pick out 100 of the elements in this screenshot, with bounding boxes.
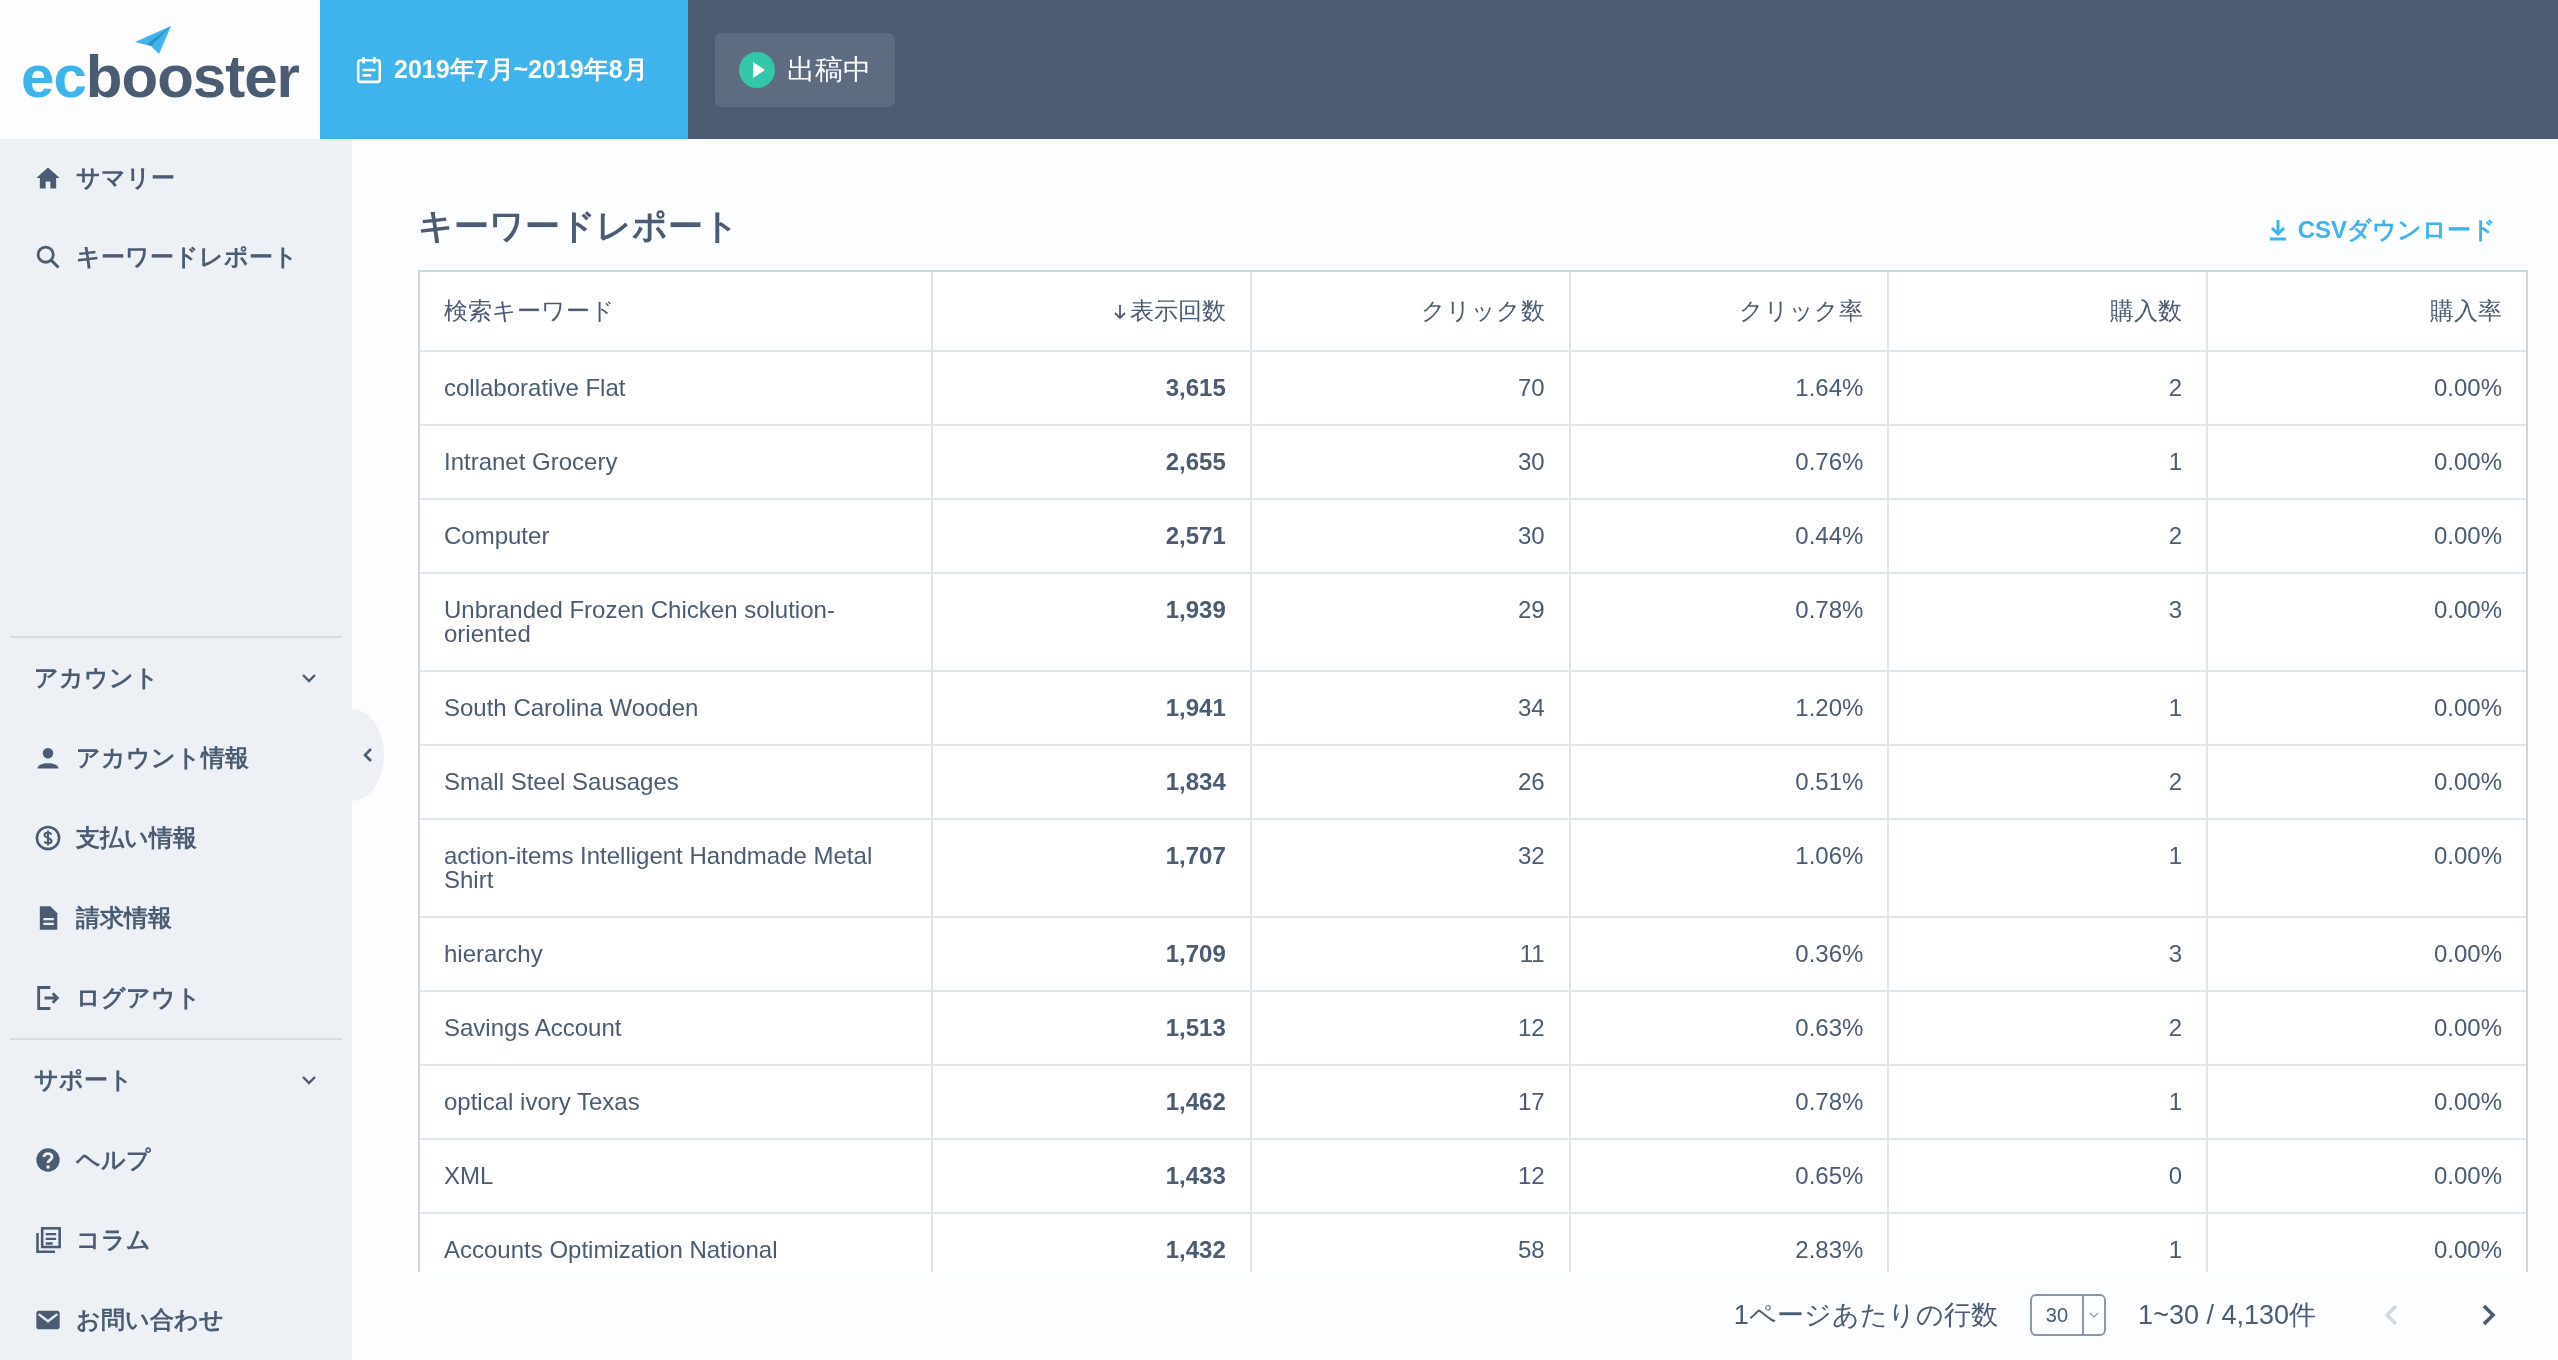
table-cell: 12 <box>1250 1139 1570 1213</box>
table-cell: 1,834 <box>932 745 1251 819</box>
section-toggle[interactable]: アカウント <box>10 638 342 718</box>
table-cell: 0.63% <box>1569 991 1889 1065</box>
sidebar-item[interactable]: アカウント情報 <box>10 718 342 798</box>
sidebar-item[interactable]: ログアウト <box>10 958 342 1038</box>
table-cell: 0.00% <box>2207 819 2526 917</box>
table-cell: 2 <box>1888 991 2208 1065</box>
table-cell: 0.00% <box>2207 573 2526 671</box>
table-cell: 0.00% <box>2207 351 2526 425</box>
table-cell: action-items Intelligent Handmade Metal Shirt <box>420 819 932 917</box>
table-cell: 1.20% <box>1569 671 1889 745</box>
table-cell: 30 <box>1250 425 1570 499</box>
logo[interactable]: ecbooster <box>21 28 299 111</box>
table-cell: 2 <box>1888 499 2208 573</box>
table-cell: 0 <box>1888 1139 2208 1213</box>
column-header[interactable]: 表示回数 <box>932 272 1251 351</box>
table-cell: optical ivory Texas <box>420 1065 932 1139</box>
table-cell: 1,709 <box>932 917 1251 991</box>
table-cell: hierarchy <box>420 917 932 991</box>
arrow-down-icon <box>1111 303 1128 321</box>
table-cell: 0.00% <box>2207 991 2526 1065</box>
table-cell: 1 <box>1888 1065 2208 1139</box>
table-cell: 30 <box>1250 499 1570 573</box>
table-cell: 0.00% <box>2207 1065 2526 1139</box>
table-cell: 0.78% <box>1569 573 1889 671</box>
book-icon <box>34 1226 62 1254</box>
table-cell: 0.00% <box>2207 499 2526 573</box>
table-cell: 2.83% <box>1569 1213 1889 1272</box>
table-cell: 2 <box>1888 745 2208 819</box>
table-cell: 0.76% <box>1569 425 1889 499</box>
sidebar-item[interactable]: キーワードレポート <box>0 217 352 297</box>
table-cell: South Carolina Wooden <box>420 671 932 745</box>
help-icon <box>34 1146 62 1174</box>
table-cell: Savings Account <box>420 991 932 1065</box>
table-cell: 1 <box>1888 1213 2208 1272</box>
sidebar-item[interactable]: 請求情報 <box>10 878 342 958</box>
table-cell: 2,571 <box>932 499 1251 573</box>
table-cell: XML <box>420 1139 932 1213</box>
table-cell: 0.65% <box>1569 1139 1889 1213</box>
dollar-coin-icon <box>34 824 62 852</box>
table-cell: 1 <box>1888 425 2208 499</box>
calendar-icon <box>356 55 382 84</box>
column-header[interactable]: クリック率 <box>1569 272 1889 351</box>
download-icon <box>2267 218 2288 242</box>
sidebar-item[interactable]: サマリー <box>0 139 352 217</box>
table-cell: 29 <box>1250 573 1570 671</box>
column-header[interactable]: 購入率 <box>2207 272 2526 351</box>
chevron-left-icon <box>362 746 374 764</box>
column-header[interactable]: 検索キーワード <box>420 272 932 351</box>
table-cell: 0.00% <box>2207 745 2526 819</box>
table-cell: 3 <box>1888 573 2208 671</box>
sidebar-item[interactable]: ヘルプ <box>10 1120 342 1200</box>
table-cell: collaborative Flat <box>420 351 932 425</box>
sidebar-item[interactable]: 支払い情報 <box>10 798 342 878</box>
table-cell: Computer <box>420 499 932 573</box>
table-cell: 2,655 <box>932 425 1251 499</box>
table-cell: 1,941 <box>932 671 1251 745</box>
table-cell: 0.44% <box>1569 499 1889 573</box>
table-cell: 1,432 <box>932 1213 1251 1272</box>
section-toggle[interactable]: サポート <box>10 1040 342 1120</box>
table-cell: 1,939 <box>932 573 1251 671</box>
table-cell: 0.00% <box>2207 1213 2526 1272</box>
table-cell: 1.06% <box>1569 819 1889 917</box>
table-cell: 3 <box>1888 917 2208 991</box>
table-cell: 0.00% <box>2207 425 2526 499</box>
table-cell: 1,462 <box>932 1065 1251 1139</box>
table-cell: 0.00% <box>2207 671 2526 745</box>
table-cell: Unbranded Frozen Chicken solution-oriented <box>420 573 932 671</box>
table-cell: 0.51% <box>1569 745 1889 819</box>
table-cell: 1,433 <box>932 1139 1251 1213</box>
table-cell: 32 <box>1250 819 1570 917</box>
pagination-range: 1~30 / 4,130件 <box>2138 1299 2316 1332</box>
rows-per-page-select[interactable]: 30 <box>2029 1294 2107 1336</box>
sidebar-item[interactable]: お問い合わせ <box>10 1280 342 1360</box>
table-cell: 1 <box>1888 819 2208 917</box>
caret-icon <box>2089 1311 2100 1319</box>
column-header[interactable]: 購入数 <box>1888 272 2208 351</box>
status-button[interactable]: 出稿中 <box>715 32 895 107</box>
table-cell: 3,615 <box>932 351 1251 425</box>
table-cell: 0.36% <box>1569 917 1889 991</box>
table-cell: 26 <box>1250 745 1570 819</box>
table-cell: 0.78% <box>1569 1065 1889 1139</box>
table-cell: Intranet Grocery <box>420 425 932 499</box>
table-cell: 1,707 <box>932 819 1251 917</box>
exit-icon <box>34 984 62 1012</box>
table-cell: 70 <box>1250 351 1570 425</box>
table-cell: 12 <box>1250 991 1570 1065</box>
rows-per-page-label: 1ページあたりの行数 <box>1733 1299 1998 1332</box>
page-title: キーワードレポート <box>418 205 739 247</box>
table-cell: 11 <box>1250 917 1570 991</box>
table-cell: Small Steel Sausages <box>420 745 932 819</box>
sidebar-item[interactable]: コラム <box>10 1200 342 1280</box>
table-cell: 34 <box>1250 671 1570 745</box>
table-cell: Accounts Optimization National <box>420 1213 932 1272</box>
table-cell: 1,513 <box>932 991 1251 1065</box>
table-cell: 0.00% <box>2207 1139 2526 1213</box>
column-header[interactable]: クリック数 <box>1250 272 1570 351</box>
table-cell: 17 <box>1250 1065 1570 1139</box>
table-cell: 0.00% <box>2207 917 2526 991</box>
